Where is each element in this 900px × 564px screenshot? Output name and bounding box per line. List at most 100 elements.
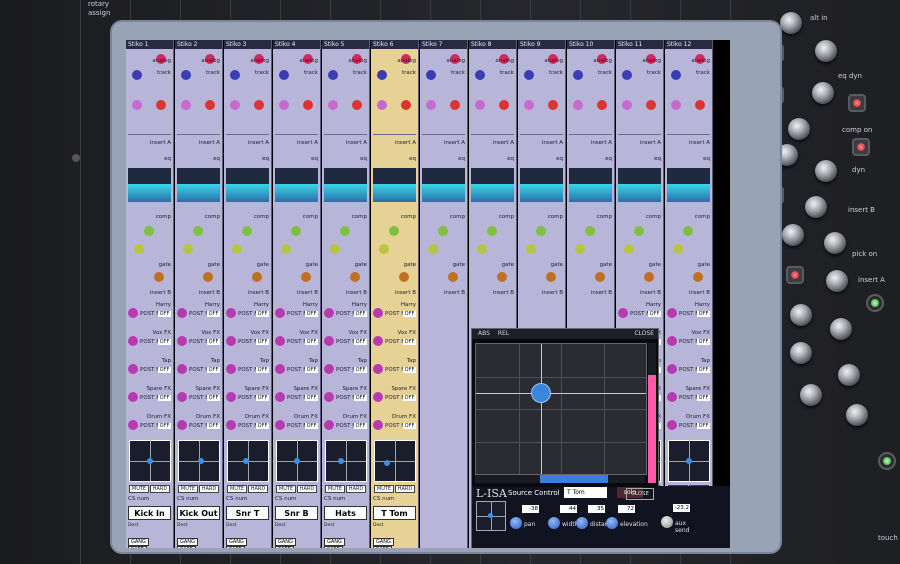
hpf-knob[interactable] bbox=[671, 100, 681, 110]
lisa-close-button[interactable]: CLOSE bbox=[626, 488, 654, 500]
safe-button[interactable]: SAFE bbox=[373, 546, 392, 548]
send-off-button[interactable]: OFF bbox=[256, 339, 269, 345]
elevation-knob-icon[interactable] bbox=[606, 517, 618, 529]
send-off-button[interactable]: OFF bbox=[354, 423, 367, 429]
send-off-button[interactable]: OFF bbox=[354, 395, 367, 401]
hpf-knob[interactable] bbox=[622, 100, 632, 110]
send-level-knob[interactable] bbox=[373, 392, 383, 402]
comp-knob[interactable] bbox=[634, 226, 644, 236]
comp-makeup-knob[interactable] bbox=[624, 244, 634, 254]
channel-header[interactable]: Stiko 7 bbox=[420, 40, 467, 49]
eq-display[interactable] bbox=[471, 168, 514, 202]
comp-makeup-knob[interactable] bbox=[428, 244, 438, 254]
channel-strip[interactable]: Stiko 4 analog track insert A eq comp gate inse… bbox=[273, 40, 321, 548]
comp-knob[interactable] bbox=[193, 226, 203, 236]
send-level-knob[interactable] bbox=[667, 392, 677, 402]
pan-control[interactable]: -38 pan bbox=[510, 505, 550, 547]
lpf-knob[interactable] bbox=[695, 100, 705, 110]
channel-header[interactable]: Stiko 10 bbox=[567, 40, 614, 49]
pick-button[interactable] bbox=[786, 266, 804, 284]
hard-button[interactable]: HARD bbox=[395, 485, 415, 493]
gang-button[interactable]: GANG bbox=[275, 538, 296, 546]
hpf-knob[interactable] bbox=[377, 100, 387, 110]
send-level-knob[interactable] bbox=[177, 364, 187, 374]
send-level-knob[interactable] bbox=[275, 364, 285, 374]
send-off-button[interactable]: OFF bbox=[403, 367, 416, 373]
hard-button[interactable]: HARD bbox=[248, 485, 268, 493]
channel-name-field[interactable]: Kick Out bbox=[177, 506, 220, 520]
gang-button[interactable]: GANG bbox=[128, 538, 149, 546]
eq-display[interactable] bbox=[226, 168, 269, 202]
eq-display[interactable] bbox=[177, 168, 220, 202]
channel-strip[interactable]: Stiko 6 analog track insert A eq comp gate inse… bbox=[371, 40, 419, 548]
send-level-knob[interactable] bbox=[618, 308, 628, 318]
eq-display[interactable] bbox=[667, 168, 710, 202]
ratio-knob[interactable] bbox=[815, 160, 837, 182]
send-level-knob[interactable] bbox=[128, 420, 138, 430]
send-level-knob[interactable] bbox=[667, 336, 677, 346]
send-level-knob[interactable] bbox=[275, 392, 285, 402]
hard-button[interactable]: HARD bbox=[199, 485, 219, 493]
send-level-knob[interactable] bbox=[373, 308, 383, 318]
channel-strip[interactable]: Stiko 7 analog track insert A eq comp gate inse… bbox=[420, 40, 468, 548]
eq-knob[interactable] bbox=[812, 82, 834, 104]
send-level-knob[interactable] bbox=[373, 364, 383, 374]
send-level-knob[interactable] bbox=[667, 308, 677, 318]
mute-button[interactable]: MUTE bbox=[374, 485, 394, 493]
send-off-button[interactable]: OFF bbox=[305, 339, 318, 345]
send-level-knob[interactable] bbox=[275, 420, 285, 430]
lisa-position-grid[interactable] bbox=[475, 343, 647, 475]
send-off-button[interactable]: OFF bbox=[158, 367, 171, 373]
send-level-knob[interactable] bbox=[667, 420, 677, 430]
send-off-button[interactable]: OFF bbox=[207, 311, 220, 317]
eq-display[interactable] bbox=[373, 168, 416, 202]
channel-header[interactable]: Stiko 1 bbox=[126, 40, 173, 49]
source-position-handle[interactable] bbox=[531, 384, 550, 403]
dyn-button[interactable] bbox=[848, 94, 866, 112]
elevation-bar[interactable] bbox=[648, 343, 656, 483]
channel-header[interactable]: Stiko 2 bbox=[175, 40, 222, 49]
gang-button[interactable]: GANG bbox=[373, 538, 394, 546]
second-button[interactable] bbox=[878, 452, 896, 470]
channel-header[interactable]: Stiko 5 bbox=[322, 40, 369, 49]
lpf-knob[interactable] bbox=[401, 100, 411, 110]
release-knob[interactable] bbox=[782, 224, 804, 246]
channel-name-field[interactable]: Snr B bbox=[275, 506, 318, 520]
gate-knob[interactable] bbox=[824, 232, 846, 254]
eq-display[interactable] bbox=[520, 168, 563, 202]
send-level-knob[interactable] bbox=[324, 420, 334, 430]
lpf-knob[interactable] bbox=[156, 100, 166, 110]
gate-knob[interactable] bbox=[595, 272, 605, 282]
gate-knob[interactable] bbox=[497, 272, 507, 282]
channel-header[interactable]: Stiko 12 bbox=[665, 40, 712, 49]
eq-display[interactable] bbox=[324, 168, 367, 202]
send-level-knob[interactable] bbox=[177, 308, 187, 318]
range-knob[interactable] bbox=[826, 270, 848, 292]
hpf-knob[interactable] bbox=[426, 100, 436, 110]
channel-header[interactable]: Stiko 11 bbox=[616, 40, 663, 49]
comp-makeup-knob[interactable] bbox=[232, 244, 242, 254]
send-level-knob[interactable] bbox=[177, 336, 187, 346]
send-level-knob[interactable] bbox=[275, 308, 285, 318]
send-level-knob[interactable] bbox=[324, 364, 334, 374]
mute-button[interactable]: MUTE bbox=[129, 485, 149, 493]
comp-knob[interactable] bbox=[536, 226, 546, 236]
mute-button[interactable]: MUTE bbox=[276, 485, 296, 493]
send-off-button[interactable]: OFF bbox=[697, 367, 710, 373]
send-level-knob[interactable] bbox=[226, 308, 236, 318]
channel-header[interactable]: Stiko 6 bbox=[371, 40, 418, 49]
elevation-control[interactable]: 72 elevation bbox=[606, 505, 648, 547]
comp-makeup-knob[interactable] bbox=[526, 244, 536, 254]
send-off-button[interactable]: OFF bbox=[158, 311, 171, 317]
pan-display[interactable] bbox=[129, 440, 171, 482]
send-level-knob[interactable] bbox=[128, 364, 138, 374]
distance-knob-icon[interactable] bbox=[576, 517, 588, 529]
send-level-knob[interactable] bbox=[324, 336, 334, 346]
pan-knob-icon[interactable] bbox=[510, 517, 522, 529]
gate-knob[interactable] bbox=[350, 272, 360, 282]
width-knob-icon[interactable] bbox=[548, 517, 560, 529]
send-off-button[interactable]: OFF bbox=[697, 423, 710, 429]
comp-knob[interactable] bbox=[487, 226, 497, 236]
comp-makeup-knob[interactable] bbox=[379, 244, 389, 254]
mute-button[interactable]: MUTE bbox=[227, 485, 247, 493]
